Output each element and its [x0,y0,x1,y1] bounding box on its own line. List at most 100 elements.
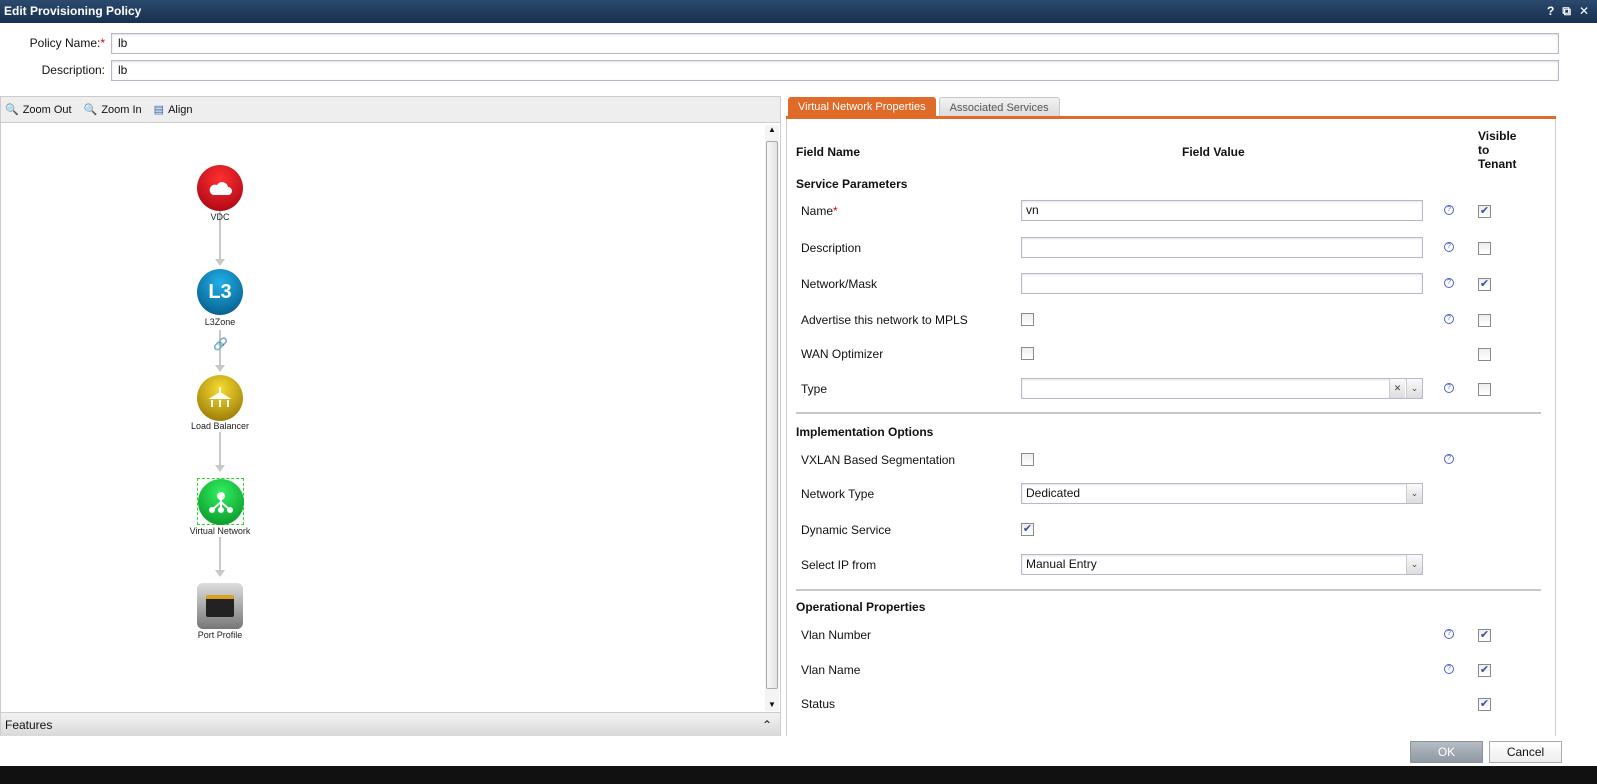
network-icon [209,492,233,513]
field-label: Description [801,241,862,255]
policy-name-input[interactable]: lb [111,33,1559,54]
divider [796,412,1541,414]
visible-to-tenant-checkbox[interactable]: ✔ [1478,698,1491,711]
network-type-label: Network Type [801,487,874,501]
node-label: Load Balancer [190,421,250,431]
help-icon[interactable]: ? [1444,314,1454,324]
description-label: Description [801,241,861,255]
align-icon: ▤ [153,104,165,116]
help-icon[interactable]: ? [1444,205,1454,215]
divider [796,589,1541,591]
field-label: WAN Optimizer [801,347,884,361]
field-value: Dedicated [1026,486,1081,500]
field-label: Vlan Number [801,628,872,642]
help-icon[interactable]: ? [1444,242,1454,252]
zoom-in-button[interactable]: 🔍 Zoom In [83,103,142,117]
virtual-network-node[interactable] [198,479,244,525]
diagram-scrollbar[interactable]: ▲ ▼ [765,125,779,711]
name-input[interactable]: vn [1021,200,1423,221]
field-label: Vlan Name [801,663,861,677]
diagram-panel: 🔍 Zoom Out 🔍 Zoom In ▤ Align ▲ ▼ Features ⌃ [0,96,781,736]
type-label: Type [801,382,827,396]
connector [219,537,221,570]
scroll-down-icon[interactable]: ▼ [768,700,776,709]
scroll-up-icon[interactable]: ▲ [768,125,776,134]
field-label: Name [801,204,834,218]
tab-virtual-network-properties[interactable]: Virtual Network Properties [788,97,936,117]
tab-associated-services[interactable]: Associated Services [938,97,1060,117]
type-dropdown[interactable]: ⌄ ✕ [1021,378,1423,399]
collapse-icon[interactable]: ⌃ [762,713,772,737]
help-icon[interactable]: ? [1444,664,1454,674]
help-icon[interactable]: ? [1444,278,1454,288]
description-input[interactable] [1021,237,1423,258]
network-mask-label: Network/Mask [801,277,877,291]
ok-button[interactable]: OK [1410,741,1483,763]
zoom-out-label: Zoom Out [22,103,72,116]
dynamic-service-label: Dynamic Service [801,523,891,537]
network-mask-input[interactable] [1021,273,1423,294]
features-bar[interactable]: Features ⌃ [1,712,780,736]
field-label: Type [801,382,828,396]
field-value: vn [1026,203,1039,217]
network-type-dropdown[interactable]: Dedicated ⌄ [1021,483,1423,504]
window-controls: ? ⧉ ✕ [1547,0,1589,23]
close-icon[interactable]: ✕ [1579,0,1589,23]
policy-name-label: Policy Name:* [29,36,105,50]
clear-icon[interactable]: ✕ [1389,379,1405,398]
chevron-down-icon[interactable]: ⌄ [1406,379,1422,398]
visible-to-tenant-checkbox[interactable] [1478,242,1491,255]
visible-to-tenant-checkbox[interactable] [1478,383,1491,396]
load-balancer-node[interactable] [197,375,243,421]
select-ip-from-dropdown[interactable]: Manual Entry ⌄ [1021,554,1423,575]
arrow-icon [215,365,225,372]
chevron-down-icon[interactable]: ⌄ [1406,484,1422,503]
chevron-down-icon[interactable]: ⌄ [1406,555,1422,574]
dynamic-service-checkbox[interactable]: ✔ [1021,523,1034,536]
zoom-out-button[interactable]: 🔍 Zoom Out [5,103,72,117]
visible-to-tenant-checkbox[interactable] [1478,314,1491,327]
advertise-this-network-to-mpls-checkbox[interactable] [1021,313,1034,326]
align-button[interactable]: ▤ Align [153,103,193,117]
arrow-icon [215,570,225,577]
wan-optimizer-label: WAN Optimizer [801,347,883,361]
visible-to-tenant-checkbox[interactable]: ✔ [1478,205,1491,218]
zoom-out-icon: 🔍 [5,104,19,116]
description-input[interactable]: lb [111,60,1559,81]
node-label: Port Profile [197,630,243,640]
arrow-icon [215,259,225,266]
visible-to-tenant-checkbox[interactable] [1478,348,1491,361]
zoom-in-icon: 🔍 [83,104,98,116]
taskbar [0,766,1597,784]
help-icon[interactable]: ? [1547,0,1554,23]
window-title: Edit Provisioning Policy [4,4,142,18]
node-label: L3Zone [204,317,236,327]
arrow-icon [215,465,225,472]
help-icon[interactable]: ? [1444,629,1454,639]
vxlan-based-segmentation-label: VXLAN Based Segmentation [801,453,955,467]
vdc-node[interactable] [197,165,243,211]
help-icon[interactable]: ? [1444,454,1454,464]
visible-to-tenant-checkbox[interactable]: ✔ [1478,629,1491,642]
restore-icon[interactable]: ⧉ [1562,0,1571,23]
field-label: Network/Mask [801,277,878,291]
field-label: Select IP from [801,558,877,572]
l3zone-node[interactable]: L3 [197,269,243,315]
field-label: Dynamic Service [801,523,892,537]
visible-to-tenant-checkbox[interactable]: ✔ [1478,664,1491,677]
wan-optimizer-checkbox[interactable] [1021,347,1034,360]
visible-to-tenant-checkbox[interactable]: ✔ [1478,278,1491,291]
diagram-toolbar: 🔍 Zoom Out 🔍 Zoom In ▤ Align [1,97,780,123]
port-profile-node[interactable] [197,583,243,629]
field-label: Status [801,697,836,711]
zoom-in-label: Zoom In [101,103,142,116]
vxlan-based-segmentation-checkbox[interactable] [1021,453,1034,466]
cloud-icon [209,182,232,195]
features-label: Features [5,718,53,732]
cancel-button[interactable]: Cancel [1489,741,1562,763]
scroll-thumb[interactable] [766,141,778,689]
col-field-value: Field Value [1182,145,1245,159]
section-operational-properties: Operational Properties [796,600,926,614]
link-icon: 🔗 [213,337,228,351]
help-icon[interactable]: ? [1444,383,1454,393]
